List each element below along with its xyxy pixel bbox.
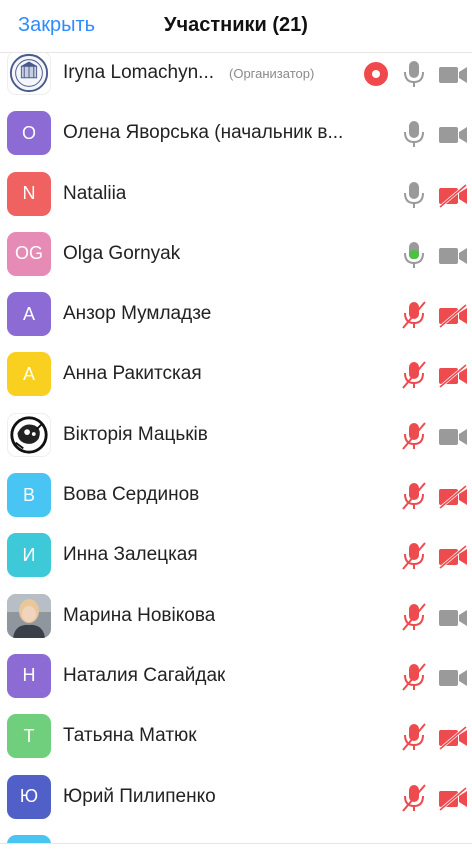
participant-name: Анзор Мумладзе: [63, 303, 211, 325]
mic-muted-icon[interactable]: [402, 602, 426, 632]
page-title: Участники (21): [0, 14, 472, 37]
avatar-initial: Ю: [20, 786, 38, 807]
participant-row[interactable]: Т Татьяна Матюк: [0, 706, 472, 766]
avatar: Т: [7, 714, 51, 758]
participant-name: Вікторія Мацьків: [63, 424, 208, 446]
participant-name: Инна Залецкая: [63, 544, 198, 566]
participant-row[interactable]: А Анзор Мумладзе: [0, 284, 472, 344]
sketch-avatar-icon: [8, 413, 50, 457]
video-off-icon[interactable]: [438, 485, 468, 509]
avatar-initial: В: [23, 485, 35, 506]
avatar-initial: А: [23, 364, 35, 385]
top-bar: Закрыть Участники (21): [0, 0, 472, 53]
video-camera-icon[interactable]: [438, 425, 468, 449]
participant-row[interactable]: О Олена Яворська (начальник в...: [0, 103, 472, 163]
host-role-label: (Организатор): [229, 66, 314, 81]
avatar: [7, 835, 51, 843]
video-off-icon[interactable]: [438, 304, 468, 328]
participant-name: Наталия Сагайдак: [63, 665, 225, 687]
participant-name: Татьяна Матюк: [63, 725, 197, 747]
participant-row[interactable]: А Анна Ракитская: [0, 344, 472, 404]
participant-row[interactable]: OG Olga Gornyak: [0, 224, 472, 284]
video-off-icon[interactable]: [438, 787, 468, 811]
participant-name: Iryna Lomachyn...: [63, 62, 214, 84]
mic-muted-icon[interactable]: [402, 662, 426, 692]
video-off-icon[interactable]: [438, 545, 468, 569]
mic-muted-icon[interactable]: [402, 360, 426, 390]
microphone-icon[interactable]: [402, 180, 426, 210]
video-camera-icon[interactable]: [438, 63, 468, 87]
participant-name: Olga Gornyak: [63, 243, 180, 265]
video-camera-icon[interactable]: [438, 606, 468, 630]
avatar: О: [7, 111, 51, 155]
avatar: И: [7, 533, 51, 577]
avatar-initial: OG: [15, 243, 43, 264]
avatar: А: [7, 352, 51, 396]
avatar: [7, 413, 51, 457]
video-camera-icon[interactable]: [438, 123, 468, 147]
microphone-icon[interactable]: [402, 119, 426, 149]
mic-muted-icon[interactable]: [402, 481, 426, 511]
mic-muted-icon[interactable]: [402, 722, 426, 752]
avatar-initial: И: [23, 545, 36, 566]
video-off-icon[interactable]: [438, 726, 468, 750]
microphone-icon[interactable]: [402, 59, 426, 89]
participant-name: Анна Ракитская: [63, 363, 202, 385]
participant-name: Nataliia: [63, 183, 126, 205]
participant-name: Марина Новікова: [63, 605, 215, 627]
participant-row[interactable]: Н Наталия Сагайдак: [0, 646, 472, 706]
avatar-initial: А: [23, 304, 35, 325]
user-photo-icon: [7, 594, 51, 638]
avatar-initial: Т: [24, 726, 35, 747]
video-off-icon[interactable]: [438, 364, 468, 388]
university-emblem-icon: [8, 51, 50, 95]
avatar: N: [7, 172, 51, 216]
participant-row[interactable]: Ю Юрий Пилипенко: [0, 767, 472, 827]
mic-muted-icon[interactable]: [402, 541, 426, 571]
participant-row[interactable]: [0, 827, 472, 843]
avatar: В: [7, 473, 51, 517]
video-off-icon[interactable]: [438, 184, 468, 208]
avatar: Ю: [7, 775, 51, 819]
mic-muted-icon[interactable]: [402, 300, 426, 330]
participant-row[interactable]: Марина Новікова: [0, 586, 472, 646]
participant-row[interactable]: И Инна Залецкая: [0, 525, 472, 585]
participant-name: Олена Яворська (начальник в...: [63, 122, 343, 144]
recording-icon: [364, 62, 388, 86]
avatar: OG: [7, 232, 51, 276]
video-camera-icon[interactable]: [438, 666, 468, 690]
video-camera-icon[interactable]: [438, 244, 468, 268]
avatar: [7, 51, 51, 95]
avatar: [7, 594, 51, 638]
participant-row[interactable]: N Nataliia: [0, 164, 472, 224]
participant-row[interactable]: В Вова Сердинов: [0, 465, 472, 525]
avatar: А: [7, 292, 51, 336]
avatar-initial: О: [22, 123, 36, 144]
avatar-initial: Н: [23, 665, 36, 686]
participant-row[interactable]: Вікторія Мацьків: [0, 405, 472, 465]
mic-muted-icon[interactable]: [402, 783, 426, 813]
participant-name: Вова Сердинов: [63, 484, 199, 506]
participant-name: Юрий Пилипенко: [63, 786, 216, 808]
microphone-icon[interactable]: [402, 240, 426, 270]
participant-list: Iryna Lomachyn... (Организатор) О Олена Яво…: [0, 43, 472, 843]
avatar: Н: [7, 654, 51, 698]
mic-muted-icon[interactable]: [402, 421, 426, 451]
avatar-initial: N: [23, 183, 36, 204]
